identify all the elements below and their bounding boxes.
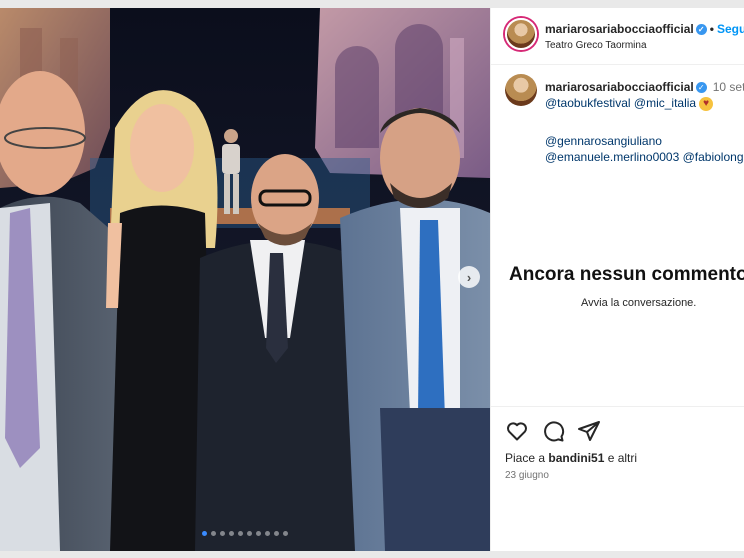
likes-prefix: Piace a (505, 451, 549, 465)
heart-eyes-emoji-icon: ♥ (699, 96, 714, 111)
separator-dot: • (709, 22, 714, 36)
chevron-right-icon: › (466, 269, 472, 285)
likes-suffix: e altri (604, 451, 638, 465)
caption-mentions[interactable]: @emanuele.merlino0003 @fabiolongo (545, 150, 744, 164)
carousel-next-button[interactable]: › (458, 266, 480, 288)
follow-button[interactable]: Segui (717, 22, 744, 36)
carousel-indicator (0, 531, 490, 536)
instagram-post: › mariarosariabocciaofficial✓•Segui Teat… (0, 8, 744, 551)
username-link[interactable]: mariarosariabocciaofficial (545, 22, 694, 36)
carousel-dot[interactable] (229, 531, 234, 536)
caption-mentions[interactable]: @taobukfestival @mic_italia (545, 96, 696, 110)
verified-badge-icon: ✓ (695, 24, 707, 36)
caption-header: mariarosariabocciaofficial ✓ 10 set (545, 80, 744, 94)
caption-mention[interactable]: @gennarosangiuliano (545, 134, 662, 148)
carousel-dot[interactable] (211, 531, 216, 536)
post-actions: Piace a bandini51 e altri 23 giugno (491, 406, 744, 551)
post-date: 23 giugno (505, 470, 549, 481)
empty-comments-title: Ancora nessun commento (509, 264, 744, 285)
liked-by-user[interactable]: bandini51 (548, 451, 604, 465)
post-side-panel: mariarosariabocciaofficial✓•Segui Teatro… (490, 8, 744, 551)
caption-date: 10 set (712, 80, 744, 94)
caption-username-link[interactable]: mariarosariabocciaofficial (545, 80, 694, 94)
likes-summary[interactable]: Piace a bandini51 e altri (505, 451, 637, 465)
post-header: mariarosariabocciaofficial✓•Segui Teatro… (491, 8, 744, 65)
carousel-dot[interactable] (274, 531, 279, 536)
carousel-dot[interactable] (256, 531, 261, 536)
carousel-dot[interactable] (238, 531, 243, 536)
carousel-dot[interactable] (265, 531, 270, 536)
empty-comments-subtitle: Avvia la conversazione. (581, 297, 697, 309)
photo-illustration (0, 8, 490, 551)
carousel-dot[interactable] (247, 531, 252, 536)
heart-icon[interactable] (505, 419, 529, 443)
header-user-line: mariarosariabocciaofficial✓•Segui (545, 22, 744, 36)
post-photo[interactable]: › (0, 8, 490, 551)
paper-plane-icon[interactable] (577, 419, 601, 443)
location-link[interactable]: Teatro Greco Taormina (545, 40, 647, 51)
carousel-dot[interactable] (202, 531, 207, 536)
caption-avatar[interactable] (505, 74, 537, 106)
carousel-dot[interactable] (283, 531, 288, 536)
verified-badge-icon: ✓ (695, 82, 707, 94)
carousel-dot[interactable] (220, 531, 225, 536)
avatar[interactable] (505, 18, 537, 50)
comment-bubble-icon[interactable] (541, 419, 565, 443)
caption-tags-line: @taobukfestival @mic_italia ♥ (545, 96, 714, 111)
